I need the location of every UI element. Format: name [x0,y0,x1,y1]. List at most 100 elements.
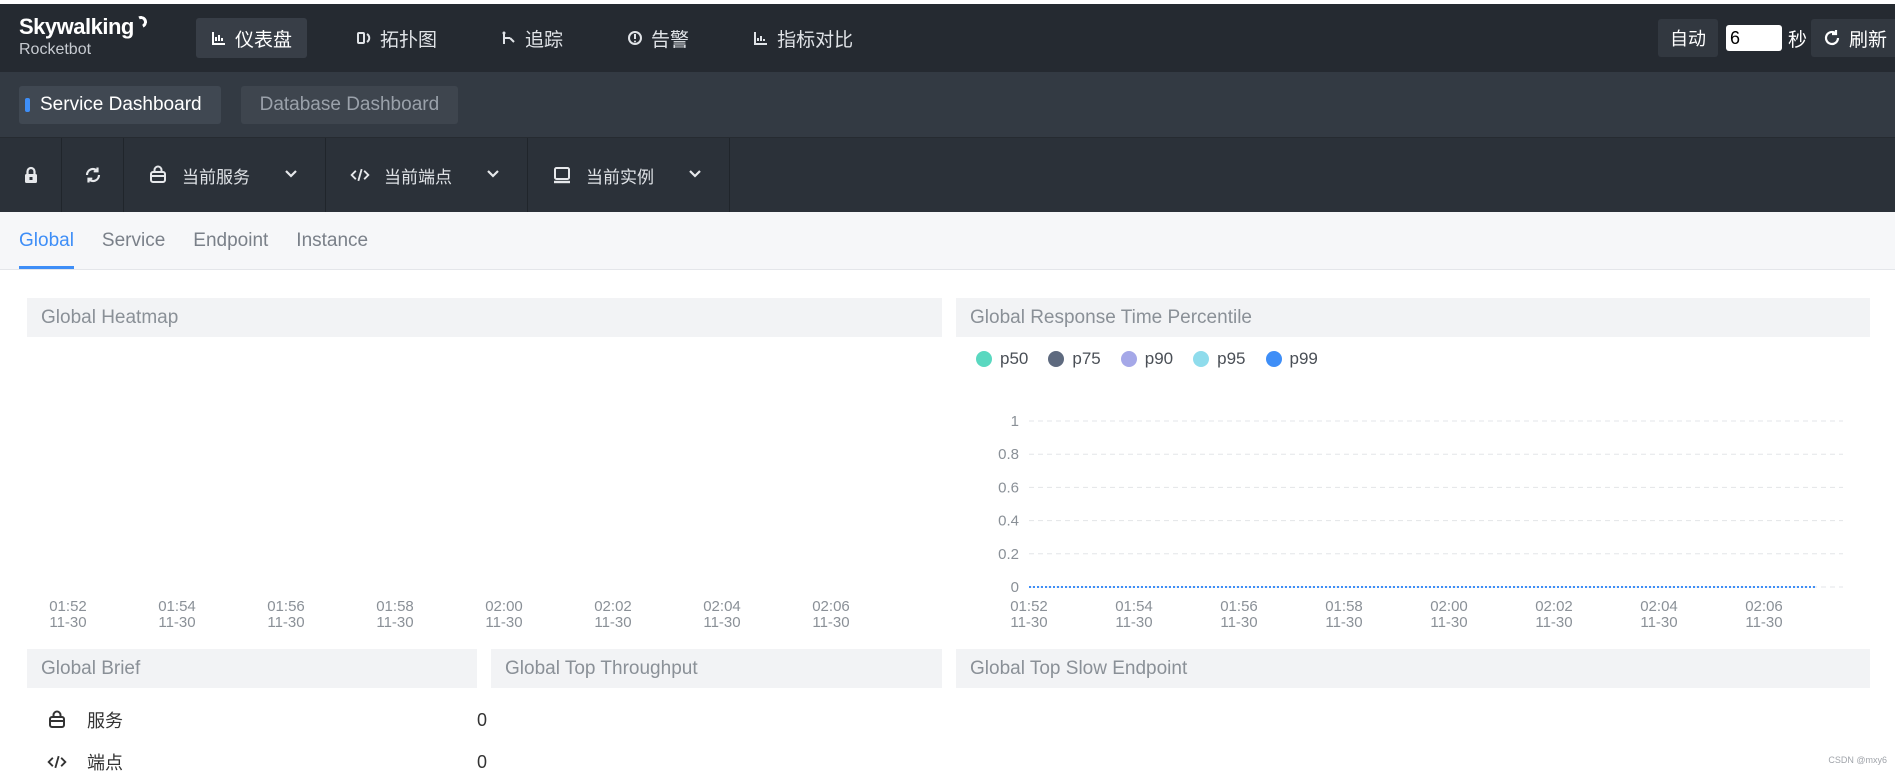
refresh-button[interactable]: 刷新 [1810,19,1895,57]
watermark: CSDN @mxy6 [1828,755,1887,765]
reload-icon [85,167,100,183]
x-tick-label-1: 01:54 11-30 [1115,598,1153,631]
throughput-panel: Global Top Throughput [491,649,942,773]
lock-icon [24,166,37,183]
panel-title: Global Top Throughput [491,649,942,688]
brief-row-service: 服务 0 [47,707,487,733]
topology-icon [357,32,371,44]
x-tick-label-0: 01:52 11-30 [49,598,87,631]
x-tick-label-3: 01:58 11-30 [1325,598,1363,631]
code-icon [350,168,370,182]
selector-toolbar: 当前服务 当前端点 当前实例 [0,138,1895,212]
x-tick-label-5: 02:02 11-30 [594,598,632,631]
tab-service-dashboard[interactable]: Service Dashboard [19,85,221,124]
nav-item-dashboard[interactable]: 仪表盘 [196,18,308,58]
nav-item-topology[interactable]: 拓扑图 [341,18,452,58]
chart-icon [212,32,225,45]
brand-name: Skywalking [19,14,134,39]
percentile-chart: 1 0.8 0.6 0.4 0.2 0 01:52 11-30 01:54 11-30 01:56 1… [998,413,1843,631]
panel-title: Global Response Time Percentile [956,298,1870,337]
legend-item-p90[interactable]: p90 [1120,349,1174,369]
chevron-down-icon [487,170,499,178]
tab-global[interactable]: Global [19,211,74,269]
x-tick-label-6: 02:04 11-30 [1640,598,1678,631]
reload-button[interactable] [62,138,124,212]
x-tick-label-2: 01:56 11-30 [1220,598,1258,631]
legend-label: p90 [1144,349,1174,368]
monitor-icon [554,167,570,184]
refresh-icon [1824,30,1840,46]
lock-button[interactable] [0,138,62,212]
x-tick-label-1: 01:54 11-30 [158,598,196,631]
y-tick-label-2: 0.6 [998,479,1019,496]
seconds-label: 秒 [1787,29,1807,51]
refresh-controls: 自动 秒 刷新 [1657,18,1895,58]
swirl-icon [133,14,149,30]
y-tick-label-4: 0.2 [998,546,1019,563]
nav-item-trace[interactable]: 追踪 [486,18,578,58]
slow-endpoint-panel: Global Top Slow Endpoint [956,649,1870,773]
service-selector[interactable]: 当前服务 [124,138,326,212]
interval-input[interactable] [1725,25,1782,51]
refresh-label: 刷新 [1848,29,1887,51]
nav-item-compare[interactable]: 指标对比 [738,18,868,58]
top-navbar: Skywalking Rocketbot 仪表盘 拓扑图 追踪 告警 指标对比 … [0,0,1895,72]
x-tick-label-0: 01:52 11-30 [1010,598,1048,631]
legend-item-p95[interactable]: p95 [1193,349,1246,369]
nav-item-label: 指标对比 [777,29,854,51]
nav-item-label: 仪表盘 [235,29,293,51]
legend-dot [976,351,992,367]
endpoint-selector[interactable]: 当前端点 [326,138,528,212]
compare-icon [754,32,768,45]
panel-title: Global Heatmap [27,298,942,337]
legend-label: p75 [1072,349,1101,368]
x-tick-label-4: 02:00 11-30 [1430,598,1468,631]
y-tick-label-3: 0.4 [998,513,1019,530]
brief-label: 端点 [87,753,123,773]
tab-database-dashboard[interactable]: Database Dashboard [240,85,459,124]
content-tabs: Global Service Endpoint Instance [0,212,1895,270]
heatmap-panel: Global Heatmap 01:52 11-30 01:54 11-30 01:56… [27,298,942,642]
legend-label: p50 [1000,349,1029,368]
legend-dot [1120,351,1137,367]
brand-logo: Skywalking [19,14,196,39]
legend-item-p75[interactable]: p75 [1048,349,1101,369]
panel-title: Global Brief [27,649,477,688]
legend-item-p50[interactable]: p50 [976,349,1028,369]
auto-refresh-button[interactable]: 自动 [1657,19,1718,57]
chevron-down-icon [285,170,297,178]
x-tick-label-4: 02:00 11-30 [485,598,523,631]
legend-dot [1193,351,1210,367]
x-tick-label-2: 01:56 11-30 [267,598,305,631]
brand-subtitle: Rocketbot [19,41,92,58]
legend-dot [1048,351,1065,367]
y-tick-label-1: 0.8 [998,446,1019,463]
dashboard-tabs: Service Dashboard Database Dashboard [0,72,1895,138]
nav-item-label: 告警 [651,29,690,51]
tab-service[interactable]: Service [102,211,165,269]
legend-dot [1265,351,1282,367]
brief-value: 0 [476,751,487,772]
nav-item-alarm[interactable]: 告警 [612,18,704,58]
service-icon [150,165,166,183]
endpoint-selector-label: 当前端点 [384,167,452,187]
service-selector-label: 当前服务 [182,167,250,187]
percentile-panel: Global Response Time Percentile p50 p75 … [956,298,1870,642]
service-icon [49,710,65,728]
tab-instance[interactable]: Instance [296,211,368,269]
x-tick-label-5: 02:02 11-30 [1535,598,1573,631]
brand[interactable]: Skywalking Rocketbot [0,4,196,72]
tab-endpoint[interactable]: Endpoint [193,211,268,269]
chart-legend: p50 p75 p90 p95 p99 [956,349,1870,369]
instance-selector[interactable]: 当前实例 [528,138,730,212]
legend-label: p95 [1217,349,1246,368]
brief-label: 服务 [87,711,123,731]
legend-item-p99[interactable]: p99 [1265,349,1318,369]
main-nav: 仪表盘 拓扑图 追踪 告警 指标对比 [196,4,902,72]
x-tick-label-7: 02:06 11-30 [1745,598,1783,631]
brief-panel: Global Brief 服务 0 端点 0 [27,649,487,773]
heatmap-chart: 01:52 11-30 01:54 11-30 01:56 11-30 01:58 11-30… [49,598,850,631]
chevron-down-icon [689,170,701,178]
panel-title: Global Top Slow Endpoint [956,649,1870,688]
y-tick-label-0: 1 [1011,413,1019,430]
